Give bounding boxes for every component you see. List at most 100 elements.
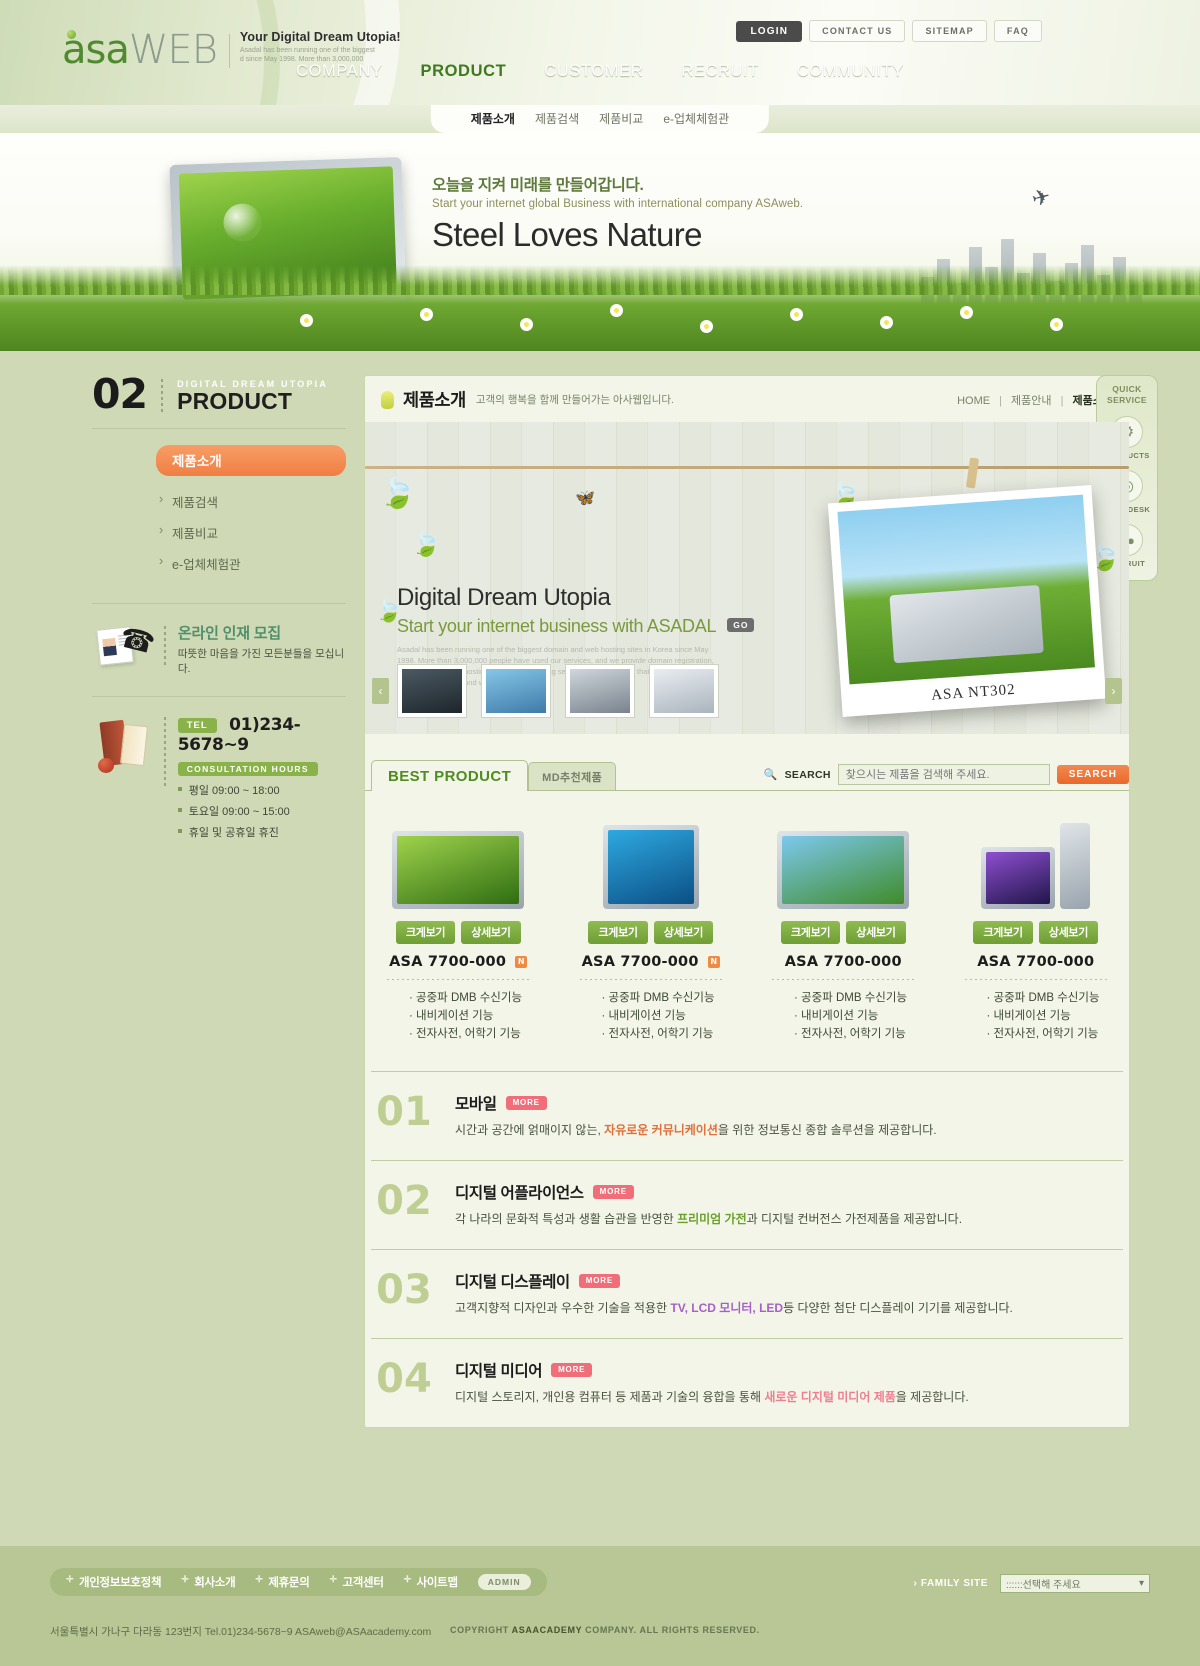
- daisy-icon: [610, 304, 623, 317]
- login-button[interactable]: LOGIN: [736, 20, 803, 42]
- view-large-button[interactable]: 크게보기: [395, 921, 456, 944]
- footer-link-privacy[interactable]: 개인정보보호정책: [66, 1574, 162, 1590]
- product-hero-banner: 🍃 🍃 🍃 🍃 🍃 🦋 ASA NT302 Digital Dream Utop…: [365, 422, 1129, 734]
- sidebar-item-product-intro[interactable]: 제품소개: [156, 445, 346, 476]
- product-feature: · 전자사전, 어학기 기능: [409, 1028, 521, 1040]
- brand-tagline: Your Digital Dream Utopia!: [239, 30, 401, 44]
- product-feature: · 전자사전, 어학기 기능: [794, 1028, 906, 1040]
- search-icon: 🔍: [763, 769, 778, 781]
- sitemap-button[interactable]: SITEMAP: [912, 20, 987, 42]
- tab-best-product[interactable]: BEST PRODUCT: [371, 760, 529, 791]
- category-row: 01 모바일 MORE 시간과 공간에 얽매이지 않는, 자유로운 커뮤니케이션…: [371, 1071, 1123, 1160]
- more-button[interactable]: MORE: [551, 1363, 593, 1377]
- consultation-hours-label: CONSULTATION HOURS: [177, 762, 318, 776]
- product-grid: 크게보기 상세보기 ASA 7700-000 N · 공중파 DMB 수신기능 …: [365, 791, 1129, 1061]
- more-button[interactable]: MORE: [505, 1096, 547, 1110]
- thumbnail-4[interactable]: [649, 664, 719, 718]
- grass-graphic: [0, 279, 1200, 351]
- quick-head-line2: SERVICE: [1107, 395, 1147, 405]
- hero-english-subline: Start your internet global Business with…: [432, 198, 804, 210]
- nav-customer[interactable]: CUSTOMER: [544, 62, 643, 81]
- search-input[interactable]: [837, 764, 1050, 785]
- subnav-product-compare[interactable]: 제품비교: [599, 110, 643, 127]
- sidebar-item-product-search[interactable]: 제품검색: [156, 486, 346, 517]
- bulb-icon: [381, 390, 394, 409]
- copyright-brand: ASAACADEMY: [511, 1625, 583, 1635]
- page-body: QUICK SERVICE ⚙ PRODUCTS ◎ HELP DESK ●● …: [0, 351, 1200, 1546]
- breadcrumb: HOME | 제품안내 | 제품소개: [957, 394, 1113, 407]
- thumbnail-2[interactable]: [481, 664, 551, 718]
- view-detail-button[interactable]: 상세보기: [1038, 921, 1099, 944]
- nav-community[interactable]: COMMUNITY: [797, 62, 904, 81]
- family-site-select[interactable]: ::::::선택해 주세요 ▾: [1000, 1574, 1150, 1593]
- nav-company[interactable]: COMPANY: [296, 62, 382, 81]
- logo-dot-icon: [67, 30, 76, 39]
- product-name: ASA 7700-000: [581, 954, 699, 970]
- category-title: 디지털 어플라이언스: [455, 1185, 584, 1202]
- airplane-icon: ✈: [1028, 183, 1053, 212]
- product-card: 크게보기 상세보기 ASA 7700-000 N · 공중파 DMB 수신기능 …: [371, 813, 546, 1043]
- thumbnail-3[interactable]: [565, 664, 635, 718]
- view-large-button[interactable]: 크게보기: [780, 921, 841, 944]
- admin-button[interactable]: ADMIN: [477, 1574, 531, 1590]
- breadcrumb-home[interactable]: HOME: [957, 395, 990, 407]
- category-number: 01: [376, 1089, 432, 1135]
- product-tabs: BEST PRODUCT MD추천제품 🔍 SEARCH SEARCH: [365, 760, 1129, 791]
- category-desc-pre: 디지털 스토리지, 개인용 컴퓨터 등 제품과 기술의 융합을 통해: [455, 1390, 765, 1404]
- new-badge: N: [707, 956, 720, 968]
- banner-thumbnails: [397, 664, 719, 718]
- thumbnail-1[interactable]: [397, 664, 467, 718]
- category-list: 01 모바일 MORE 시간과 공간에 얽매이지 않는, 자유로운 커뮤니케이션…: [365, 1061, 1129, 1427]
- category-row: 02 디지털 어플라이언스 MORE 각 나라의 문화적 특성과 생활 습관을 …: [371, 1160, 1123, 1249]
- recruit-title: 온라인 인재 모집: [177, 625, 282, 642]
- clothespin-icon: [965, 457, 980, 489]
- more-button[interactable]: MORE: [578, 1274, 620, 1288]
- category-desc-pre: 각 나라의 문화적 특성과 생활 습관을 반영한: [455, 1212, 678, 1226]
- view-large-button[interactable]: 크게보기: [588, 921, 648, 944]
- nav-product[interactable]: PRODUCT: [421, 62, 507, 81]
- banner-go-button[interactable]: GO: [727, 618, 755, 632]
- view-large-button[interactable]: 크게보기: [973, 921, 1033, 944]
- category-number: 02: [376, 1178, 432, 1224]
- view-detail-button[interactable]: 상세보기: [653, 921, 714, 944]
- tab-md-recommended[interactable]: MD추천제품: [528, 762, 617, 790]
- sidebar-item-e-showroom[interactable]: e-업체체험관: [156, 548, 346, 579]
- product-image: [949, 813, 1124, 909]
- footer-link-about[interactable]: 회사소개: [181, 1574, 235, 1590]
- subnav-product-search[interactable]: 제품검색: [535, 110, 579, 127]
- category-title: 디지털 미디어: [455, 1363, 543, 1380]
- view-detail-button[interactable]: 상세보기: [846, 921, 906, 944]
- faq-button[interactable]: FAQ: [993, 20, 1042, 42]
- view-detail-button[interactable]: 상세보기: [461, 921, 521, 944]
- page-title-text: PRODUCT: [177, 388, 293, 414]
- category-title: 디지털 디스플레이: [455, 1274, 570, 1291]
- subnav-product-intro[interactable]: 제품소개: [471, 110, 515, 127]
- hours-weekday: 평일 09:00 ~ 18:00: [177, 782, 346, 798]
- nav-recruit[interactable]: RECRUIT: [681, 62, 759, 81]
- rope-graphic: [365, 466, 1129, 469]
- next-arrow-icon[interactable]: ›: [1105, 678, 1122, 704]
- more-button[interactable]: MORE: [592, 1185, 634, 1199]
- contact-us-button[interactable]: CONTACT US: [809, 20, 906, 42]
- book-apple-icon: [96, 715, 152, 777]
- footer-link-sitemap[interactable]: 사이트맵: [404, 1574, 458, 1590]
- breadcrumb-mid[interactable]: 제품안내: [1011, 395, 1051, 407]
- recruit-promo[interactable]: ☎ 온라인 인재 모집 따뜻한 마음을 가진 모든분들을 모십니다.: [92, 621, 346, 676]
- search-button[interactable]: SEARCH: [1056, 765, 1129, 784]
- family-site-selector: › FAMILY SITE ::::::선택해 주세요 ▾: [914, 1574, 1150, 1593]
- vine-icon: 🍃: [411, 531, 441, 558]
- product-feature: · 공중파 DMB 수신기능: [794, 992, 908, 1004]
- category-row: 03 디지털 디스플레이 MORE 고객지향적 디자인과 우수한 기술을 적용한…: [371, 1249, 1123, 1338]
- category-row: 04 디지털 미디어 MORE 디지털 스토리지, 개인용 컴퓨터 등 제품과 …: [371, 1338, 1123, 1427]
- sidebar-item-product-compare[interactable]: 제품비교: [156, 517, 346, 548]
- hero-korean-headline: 오늘을 지켜 미래를 만들어갑니다.: [432, 177, 644, 194]
- daisy-icon: [960, 306, 973, 319]
- site-footer: 개인정보보호정책 회사소개 제휴문의 고객센터 사이트맵 ADMIN › FAM…: [0, 1546, 1200, 1666]
- footer-link-partnership[interactable]: 제휴문의: [255, 1574, 309, 1590]
- product-feature: · 내비게이션 기능: [794, 1010, 879, 1022]
- recruit-subtitle: 따뜻한 마음을 가진 모든분들을 모십니다.: [177, 648, 345, 675]
- footer-link-customer-center[interactable]: 고객센터: [330, 1574, 384, 1590]
- prev-arrow-icon[interactable]: ‹: [372, 678, 389, 704]
- product-name: ASA 7700-000: [784, 954, 902, 970]
- subnav-e-showroom[interactable]: e-업체체험관: [663, 110, 729, 127]
